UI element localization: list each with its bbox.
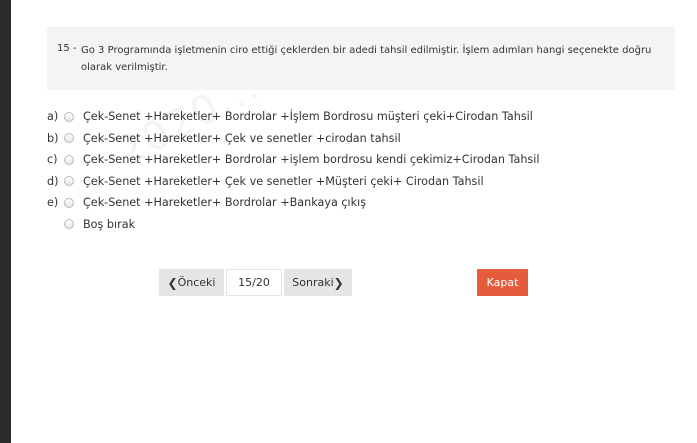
radio-button[interactable] (64, 176, 74, 187)
radio-button[interactable] (64, 154, 74, 165)
option-text: Çek-Senet +Hareketler+ Çek ve senetler +… (83, 131, 401, 145)
question-number: 15 - (57, 43, 77, 54)
close-button[interactable]: Kapat (477, 269, 528, 296)
option-letter: a) (47, 110, 59, 124)
option-text: Çek-Senet +Hareketler+ Bordrolar +İşlem … (83, 110, 533, 124)
option-letter: b) (47, 131, 59, 145)
page-indicator: 15/20 (226, 269, 282, 296)
option-text: Çek-Senet +Hareketler+ Bordrolar +Bankay… (83, 196, 367, 210)
option-text: Çek-Senet +Hareketler+ Çek ve senetler +… (83, 174, 484, 188)
option-b[interactable]: b) Çek-Senet +Hareketler+ Çek ve senetle… (47, 128, 539, 150)
pagination: ❮ Önceki 15/20 Sonraki ❯ (159, 269, 352, 296)
answer-options: a) Çek-Senet +Hareketler+ Bordrolar +İşl… (47, 106, 539, 235)
question-panel: 15 - Go 3 Programında işletmenin ciro et… (47, 27, 675, 90)
radio-button[interactable] (64, 111, 74, 122)
radio-button[interactable] (64, 133, 74, 144)
next-button[interactable]: Sonraki ❯ (284, 269, 352, 296)
previous-label: Önceki (177, 276, 216, 289)
chevron-right-icon: ❯ (333, 275, 344, 290)
radio-button[interactable] (64, 219, 74, 230)
option-letter: d) (47, 174, 59, 188)
chevron-left-icon: ❮ (167, 275, 178, 290)
question-text: Go 3 Programında işletmenin ciro ettiği … (81, 45, 652, 73)
option-blank[interactable]: Boş bırak (47, 214, 539, 236)
left-edge-bar (0, 0, 11, 443)
option-text: Çek-Senet +Hareketler+ Bordrolar +işlem … (83, 153, 540, 167)
option-c[interactable]: c) Çek-Senet +Hareketler+ Bordrolar +işl… (47, 149, 539, 171)
option-d[interactable]: d) Çek-Senet +Hareketler+ Çek ve senetle… (47, 171, 539, 193)
option-e[interactable]: e) Çek-Senet +Hareketler+ Bordrolar +Ban… (47, 192, 539, 214)
option-a[interactable]: a) Çek-Senet +Hareketler+ Bordrolar +İşl… (47, 106, 539, 128)
option-text: Boş bırak (83, 217, 136, 231)
option-letter: c) (47, 153, 58, 167)
option-letter: e) (47, 196, 59, 210)
radio-button[interactable] (64, 197, 74, 208)
previous-button[interactable]: ❮ Önceki (159, 269, 224, 296)
next-label: Sonraki (292, 276, 334, 289)
